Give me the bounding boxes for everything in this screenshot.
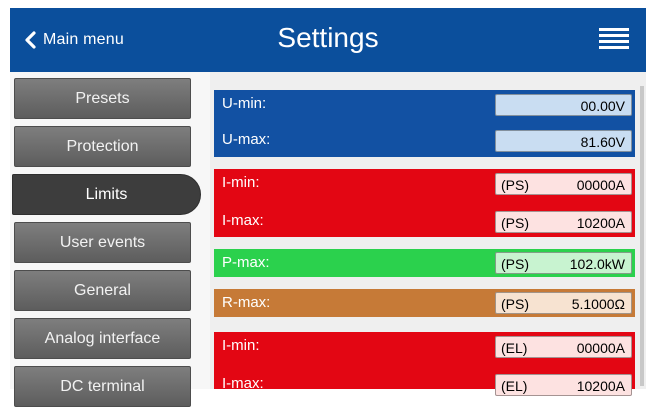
limit-label: I-max: [222,212,264,229]
sidebar-item-protection[interactable]: Protection [14,126,191,167]
limit-row-i-max-ps: I-max: (PS) 10200A [214,203,635,237]
limit-value: 10200A [576,378,625,394]
hamburger-menu-icon[interactable] [599,28,629,50]
limit-value: 00000A [576,177,625,193]
sidebar-item-presets[interactable]: Presets [14,78,191,119]
limit-row-p-max: P-max: (PS) 102.0kW [214,249,635,277]
limit-prefix: (PS) [501,177,529,193]
limit-prefix: (PS) [501,256,529,272]
limit-row-u-min: U-min: 00.00V [214,90,635,122]
limit-row-u-max: U-max: 81.60V [214,122,635,157]
limit-label: R-max: [222,294,271,311]
sidebar-item-analog-interface[interactable]: Analog interface [14,318,191,359]
u-max-field[interactable]: 81.60V [495,130,632,152]
i-min-el-field[interactable]: (EL) 00000A [495,336,632,358]
i-max-ps-field[interactable]: (PS) 10200A [495,211,632,233]
limit-row-i-max-el: I-max: (EL) 10200A [214,366,635,396]
limit-label: U-min: [222,95,267,112]
limit-label: I-min: [222,337,260,354]
limit-value: 10200A [576,215,625,231]
i-max-el-field[interactable]: (EL) 10200A [495,374,632,396]
limit-value: 81.60V [580,134,625,150]
limit-value: 102.0kW [569,256,625,272]
limit-value: 5.1000Ω [571,296,625,312]
limit-prefix: (EL) [501,340,528,356]
page-title: Settings [277,22,379,53]
sidebar-item-general[interactable]: General [14,270,191,311]
r-max-field[interactable]: (PS) 5.1000Ω [495,292,632,314]
settings-screen: Main menu Settings Presets Protection Li… [0,0,653,407]
p-max-field[interactable]: (PS) 102.0kW [495,252,632,274]
limit-label: I-max: [222,375,264,392]
limit-label: P-max: [222,254,270,271]
sidebar-item-user-events[interactable]: User events [14,222,191,263]
limit-prefix: (PS) [501,296,529,312]
sidebar-item-dc-terminal[interactable]: DC terminal [14,366,191,407]
i-min-ps-field[interactable]: (PS) 00000A [495,173,632,195]
limit-label: I-min: [222,174,260,191]
sidebar: Presets Protection Limits User events Ge… [10,72,210,407]
u-min-field[interactable]: 00.00V [495,94,632,116]
limit-value: 00000A [576,340,625,356]
scrollbar[interactable] [640,86,644,386]
limit-label: U-max: [222,131,271,148]
limit-prefix: (EL) [501,378,528,394]
limit-prefix: (PS) [501,215,529,231]
limit-row-r-max: R-max: (PS) 5.1000Ω [214,289,635,317]
header-bar: Main menu Settings [10,8,646,72]
limit-value: 00.00V [580,98,625,114]
sidebar-item-limits[interactable]: Limits [12,174,201,215]
limit-row-i-min-ps: I-min: (PS) 00000A [214,169,635,203]
limit-row-i-min-el: I-min: (EL) 00000A [214,332,635,366]
